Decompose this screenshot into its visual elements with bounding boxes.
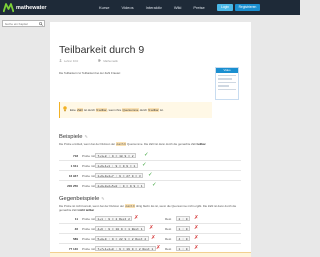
meta-teacher[interactable]: Lehrer Fritz [59, 59, 88, 63]
example-row: 200 250 Probe mit 2+0+0+2+5+0 : 9 = 9 9 … [67, 182, 157, 189]
search-input[interactable] [4, 21, 38, 27]
examples-heading: Beispiele ✎ [59, 134, 88, 140]
user-icon [59, 59, 62, 62]
counter-example-row: 11 Probe mit 1+1 : 9 = 2 Rest 2 ✗ Rest 2… [74, 215, 199, 221]
example-row: 1 611 Probe mit 1+6+1+1 : 9 = 9 9 = 1 ✓ [70, 162, 147, 169]
check-icon: ✓ [142, 162, 147, 169]
cross-icon: ✗ [156, 245, 161, 251]
article-card: Teilbarkeit durch 9 Lehrer Fritz Mathema… [50, 22, 251, 257]
logo-text: mathewater [16, 4, 47, 11]
register-button[interactable]: Registrieren [235, 4, 260, 11]
page-title: Teilbarkeit durch 9 [59, 44, 145, 56]
example-row: 718 Probe mit 7+1+8 : 9 = 18 9 = 2 ✓ [72, 152, 149, 159]
search-box [2, 20, 45, 27]
rule-text: Eine Zahl ist durch 9 teilbar, wenn ihre… [70, 108, 164, 112]
logo-icon [3, 2, 14, 12]
sidebox-content [216, 73, 238, 94]
cross-icon: ✗ [151, 235, 156, 241]
counter-examples-text: Die Probe ist nicht korrekt, wenn bei de… [59, 204, 237, 212]
site-logo[interactable]: mathewater [3, 2, 47, 13]
pencil-icon[interactable]: ✎ [85, 134, 88, 139]
nav-item-interaktiv[interactable]: Interaktiv [146, 5, 162, 10]
video-sidebox[interactable]: Video [215, 67, 239, 100]
meta-teacher-label: Lehrer Fritz [64, 59, 79, 63]
next-section-strip [50, 252, 251, 257]
check-icon: ✓ [152, 182, 157, 189]
pencil-icon[interactable]: ✎ [101, 196, 104, 201]
top-navigation-bar: mathewater Kurse Videos Interaktiv Wiki … [0, 0, 300, 15]
main-nav: Kurse Videos Interaktiv Wiki Preise Info… [99, 5, 225, 10]
check-icon: ✓ [144, 152, 149, 159]
counter-examples-heading: Gegenbeispiele ✎ [59, 196, 105, 202]
counter-example-row: 46 Probe mit 4+6 : 9 = 10 9 = 1 Rest 1 ✗… [74, 225, 199, 231]
cross-icon: ✗ [134, 215, 139, 221]
examples-text: Die Probe ermittelt, wenn bei der Divisi… [59, 142, 206, 146]
search-icon[interactable] [38, 22, 43, 27]
example-row: 16 947 Probe mit 1+6+9+4+7 : 9 = 27 9 = … [68, 172, 153, 179]
tag-icon [98, 59, 102, 62]
cross-icon: ✗ [194, 245, 199, 251]
login-button[interactable]: Login [217, 4, 233, 11]
meta-level[interactable]: Mathematik [98, 59, 127, 63]
intro-text: Die Teilbarkeit zur Teilbarkeit bei der … [59, 71, 121, 75]
article-meta: Lehrer Fritz Mathematik [59, 59, 138, 63]
nav-item-preise[interactable]: Preise [193, 5, 204, 10]
rule-box: Eine Zahl ist durch 9 teilbar, wenn ihre… [59, 102, 212, 118]
counter-example-row: 589 Probe mit 5+8+9 : 9 = 22 9 = 2 Rest … [72, 235, 199, 241]
cross-icon: ✗ [149, 225, 154, 231]
check-icon: ✓ [148, 172, 153, 179]
meta-level-label: Mathematik [103, 59, 118, 63]
nav-item-wiki[interactable]: Wiki [174, 5, 182, 10]
cross-icon: ✗ [194, 215, 199, 221]
cross-icon: ✗ [194, 225, 199, 231]
lightbulb-icon [63, 106, 67, 112]
nav-item-videos[interactable]: Videos [121, 5, 133, 10]
nav-item-kurse[interactable]: Kurse [99, 5, 109, 10]
cross-icon: ✗ [194, 235, 199, 241]
